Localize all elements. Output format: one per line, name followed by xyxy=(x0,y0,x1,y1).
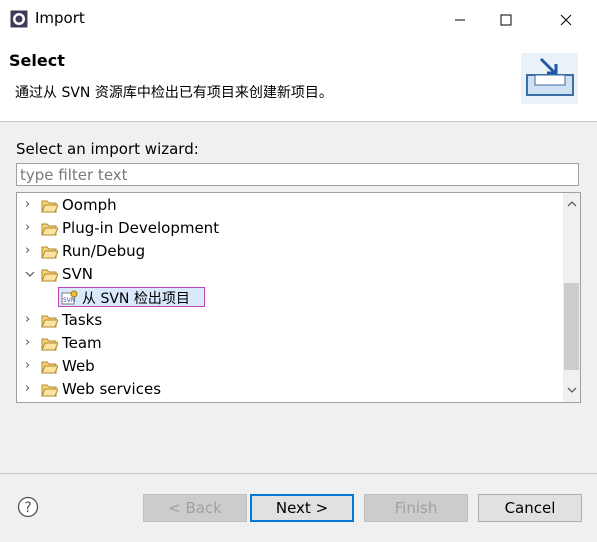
back-button-label: < Back xyxy=(168,499,222,517)
folder-icon xyxy=(41,200,58,213)
chevron-right-icon[interactable]: › xyxy=(25,312,35,328)
folder-icon xyxy=(41,361,58,374)
maximize-icon xyxy=(500,14,512,26)
close-button[interactable] xyxy=(543,0,589,40)
wizard-header: Select 通过从 SVN 资源库中检出已有项目来创建新项目。 xyxy=(0,40,597,122)
separator xyxy=(0,473,597,474)
chevron-up-icon xyxy=(567,200,576,206)
close-icon xyxy=(560,14,572,26)
svg-text:?: ? xyxy=(24,500,31,516)
eclipse-app-icon xyxy=(10,10,28,28)
tree-item-team[interactable]: › Team xyxy=(17,332,557,355)
maximize-button[interactable] xyxy=(483,0,529,40)
wizard-tree[interactable]: › Oomph › Plug-in Development › Run/Debu… xyxy=(16,192,581,403)
wizard-list-label: Select an import wizard: xyxy=(16,140,199,158)
chevron-right-icon[interactable]: › xyxy=(25,197,35,213)
chevron-down-icon xyxy=(567,387,576,393)
scroll-thumb[interactable] xyxy=(564,283,579,370)
tree-item-plugin-development[interactable]: › Plug-in Development xyxy=(17,217,557,240)
next-button-label: Next > xyxy=(275,499,329,517)
chevron-right-icon[interactable]: › xyxy=(25,243,35,259)
tree-item-svn[interactable]: SVN xyxy=(17,263,557,286)
chevron-right-icon[interactable]: › xyxy=(25,220,35,236)
cancel-button[interactable]: Cancel xyxy=(478,494,582,522)
filter-input[interactable] xyxy=(17,164,578,185)
tree-item-oomph[interactable]: › Oomph xyxy=(17,194,557,217)
tree-item-label: SVN xyxy=(62,265,94,283)
tree-scrollbar[interactable] xyxy=(563,193,580,402)
page-description: 通过从 SVN 资源库中检出已有项目来创建新项目。 xyxy=(15,85,333,101)
tree-item-label: Oomph xyxy=(62,196,117,214)
folder-icon xyxy=(41,223,58,236)
finish-button[interactable]: Finish xyxy=(364,494,468,522)
back-button[interactable]: < Back xyxy=(143,494,247,522)
page-title: Select xyxy=(9,51,65,70)
scroll-down-button[interactable] xyxy=(563,381,580,398)
tree-item-svn-checkout[interactable]: SVN 从 SVN 检出项目 xyxy=(17,286,557,309)
folder-icon xyxy=(41,246,58,259)
tree-item-tasks[interactable]: › Tasks xyxy=(17,309,557,332)
tree-item-label: Team xyxy=(62,334,102,352)
tree-item-label: Tasks xyxy=(62,311,103,329)
folder-open-icon xyxy=(41,269,58,282)
tree-item-web[interactable]: › Web xyxy=(17,355,557,378)
help-icon[interactable]: ? xyxy=(17,496,39,518)
tree-item-web-services[interactable]: › Web services xyxy=(17,378,557,401)
window-title: Import xyxy=(35,9,85,27)
chevron-right-icon[interactable]: › xyxy=(25,381,35,397)
folder-icon xyxy=(41,315,58,328)
title-bar: Import xyxy=(0,0,597,40)
filter-field[interactable] xyxy=(16,163,579,186)
minimize-icon xyxy=(455,19,465,21)
tree-item-label: Web xyxy=(62,357,95,375)
tree-item-label: Run/Debug xyxy=(62,242,146,260)
folder-icon xyxy=(41,384,58,397)
svn-checkout-icon: SVN xyxy=(61,290,78,305)
scroll-up-button[interactable] xyxy=(563,195,580,212)
tree-item-label: Plug-in Development xyxy=(62,219,220,237)
chevron-right-icon[interactable]: › xyxy=(25,358,35,374)
tree-item-label: 从 SVN 检出项目 xyxy=(82,291,190,307)
chevron-down-icon[interactable] xyxy=(25,268,35,284)
cancel-button-label: Cancel xyxy=(504,499,556,517)
next-button[interactable]: Next > xyxy=(250,494,354,522)
import-wizard-icon xyxy=(521,53,578,104)
tree-item-label: Web services xyxy=(62,380,162,398)
folder-icon xyxy=(41,338,58,351)
tree-item-run-debug[interactable]: › Run/Debug xyxy=(17,240,557,263)
finish-button-label: Finish xyxy=(394,499,438,517)
minimize-button[interactable] xyxy=(437,0,483,40)
svg-text:SVN: SVN xyxy=(63,297,75,304)
chevron-right-icon[interactable]: › xyxy=(25,335,35,351)
